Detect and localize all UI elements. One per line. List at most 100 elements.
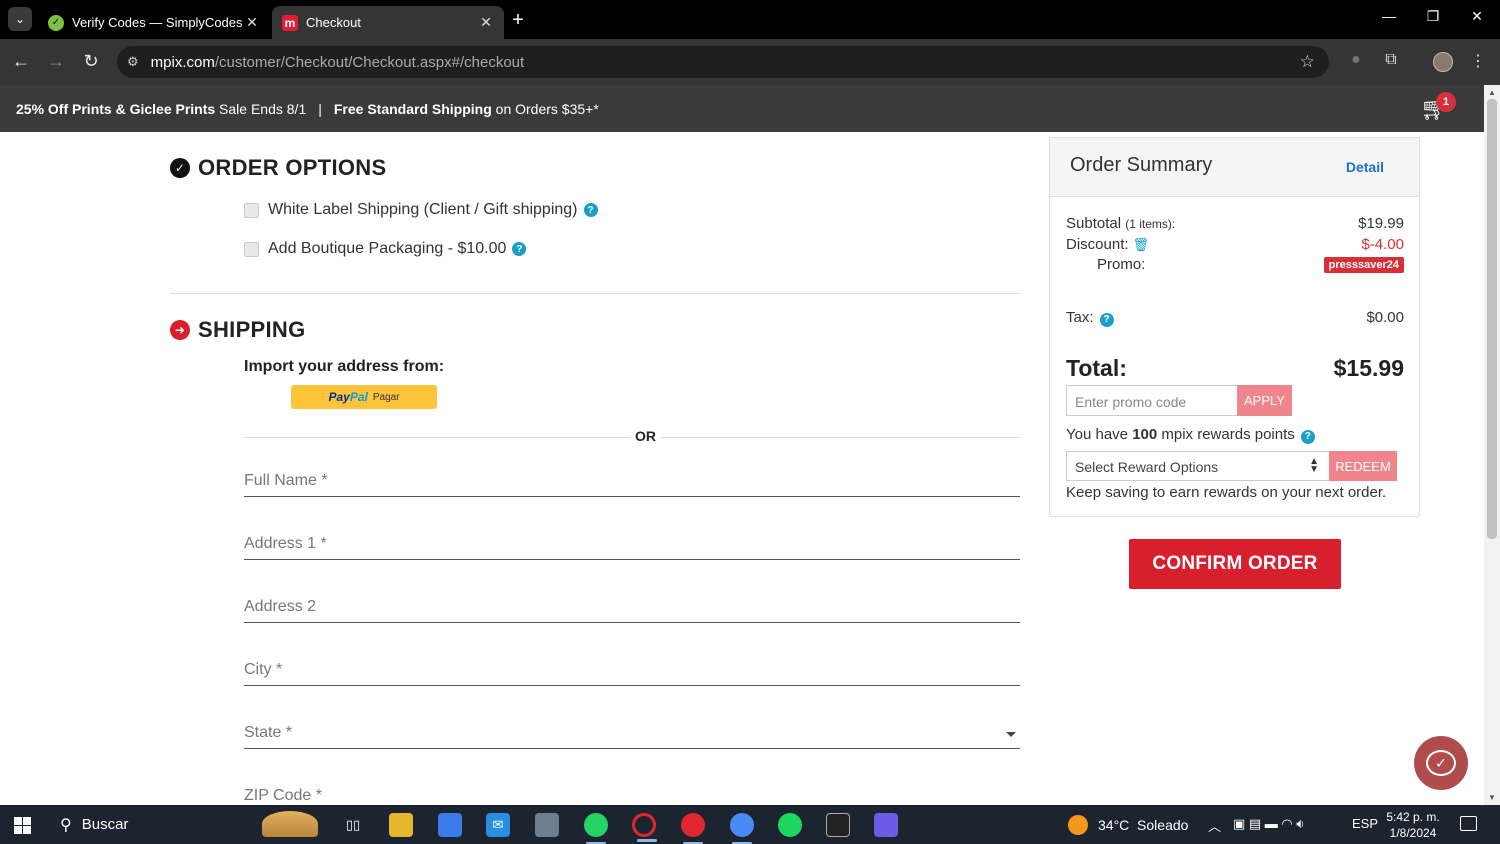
address1-field[interactable]: Address 1 * (244, 530, 1020, 560)
search-icon: ⚲ (60, 816, 72, 834)
chrome-icon[interactable] (730, 813, 754, 844)
promo-label: Promo: (1097, 256, 1146, 273)
close-window-button[interactable]: ✕ (1467, 8, 1487, 25)
total-row: Total: $15.99 (1066, 355, 1404, 382)
close-tab-icon[interactable]: ✕ (478, 14, 494, 31)
promo-text: Sale Ends 8/1 (215, 100, 307, 117)
white-label-checkbox[interactable] (244, 202, 259, 218)
file-explorer-icon[interactable] (389, 813, 413, 837)
extensions-puzzle-icon[interactable]: ⧉ (1380, 51, 1402, 69)
tax-label: Tax: (1066, 309, 1094, 326)
tax-value: $0.00 (1366, 309, 1404, 327)
task-view-icon[interactable]: ▯▯ (341, 813, 365, 837)
promo-row: Promo: presssaver24 (1097, 256, 1404, 273)
detail-link[interactable]: Detail (1346, 159, 1384, 175)
paypal-action: Pagar (372, 391, 400, 403)
microsoft-store-icon[interactable] (438, 813, 462, 837)
tab-title: Verify Codes — SimplyCodes (72, 15, 243, 30)
site-info-icon[interactable]: ⚙ (127, 54, 139, 70)
computer-icon[interactable] (535, 813, 559, 837)
promo-code-badge: presssaver24 (1323, 256, 1404, 273)
forward-button[interactable]: → (45, 51, 67, 72)
reward-options-select[interactable]: Select Reward Options ▲ ▼ (1066, 451, 1330, 481)
extension-icon[interactable]: ● (1345, 51, 1367, 69)
profile-avatar[interactable] (1433, 52, 1453, 72)
boutique-packaging-checkbox[interactable] (244, 241, 259, 257)
promo-code-input[interactable]: Enter promo code (1066, 385, 1238, 416)
mail-icon[interactable]: ✉ (486, 813, 510, 837)
url-path: /customer/Checkout/Checkout.aspx#/checko… (214, 53, 525, 71)
rewards-suffix: mpix rewards points (1157, 426, 1295, 443)
chrome-profile-icon[interactable] (681, 813, 705, 844)
page-scrollbar[interactable]: ▲ ▼ (1484, 85, 1500, 805)
address2-field[interactable]: Address 2 (244, 593, 1020, 623)
windows-start-icon[interactable] (14, 817, 31, 834)
scroll-down-arrow-icon[interactable]: ▼ (1484, 793, 1500, 802)
total-label: Total: (1066, 355, 1127, 381)
subtotal-items: (1 items): (1125, 217, 1176, 231)
weather-widget[interactable]: 34°C Soleado (1068, 815, 1188, 835)
order-options-heading: ✓ ORDER OPTIONS (170, 155, 386, 181)
order-summary-panel: Order Summary Detail Subtotal (1 items):… (1049, 137, 1420, 517)
confirm-order-button[interactable]: CONFIRM ORDER (1129, 539, 1341, 589)
new-tab-button[interactable]: + (508, 9, 528, 32)
help-icon[interactable]: ? (583, 203, 598, 217)
help-icon[interactable]: ? (512, 242, 527, 256)
promo-banner: 25% Off Prints & Giclee Prints Sale Ends… (0, 85, 1484, 132)
clock[interactable]: 5:42 p. m. 1/8/2024 (1382, 809, 1444, 841)
keep-saving-text: Keep saving to earn rewards on your next… (1066, 484, 1387, 501)
back-button[interactable]: ← (10, 51, 32, 72)
discount-row: Discount: 🗑︎ $-4.00 (1066, 236, 1404, 253)
shipping-text: on Orders $35+* (491, 100, 599, 117)
tray-app-icons[interactable]: ▣ ▤ ▬ ◠ 🔉︎ (1233, 816, 1305, 832)
reload-button[interactable]: ↻ (80, 51, 102, 72)
tab-title: Checkout (306, 15, 361, 30)
boutique-packaging-option[interactable]: Add Boutique Packaging - $10.00 ? (244, 240, 527, 258)
subtotal-label: Subtotal (1066, 215, 1122, 232)
tab-search-menu-icon[interactable]: ⌄ (8, 7, 32, 31)
whatsapp-icon[interactable] (584, 813, 608, 844)
restore-window-button[interactable]: ❐ (1423, 8, 1443, 25)
help-icon[interactable]: ? (1099, 312, 1114, 327)
white-label-label: White Label Shipping (Client / Gift ship… (268, 201, 578, 218)
paypal-button[interactable]: Pay Pal Pagar (291, 385, 437, 409)
taskbar-search[interactable]: ⚲ Buscar (48, 805, 328, 844)
trash-icon[interactable]: 🗑︎ (1133, 237, 1150, 252)
tab-checkout[interactable]: m Checkout ✕ (272, 6, 504, 39)
notifications-icon[interactable] (1460, 816, 1477, 831)
total-value: $15.99 (1333, 355, 1404, 381)
copilot-icon[interactable] (874, 813, 898, 837)
opera-icon[interactable] (632, 813, 657, 842)
language-indicator[interactable]: ESP (1352, 816, 1378, 831)
city-label: City * (244, 661, 283, 678)
rewards-prefix: You have (1066, 426, 1133, 443)
chat-button[interactable]: ✓ (1414, 736, 1468, 790)
address2-label: Address 2 (244, 598, 317, 615)
tray-expand-icon[interactable]: ︿ (1208, 816, 1221, 835)
apply-promo-button[interactable]: APPLY (1237, 385, 1292, 416)
scrollbar-thumb[interactable] (1487, 99, 1497, 539)
bookmark-star-icon[interactable]: ☆ (1300, 52, 1315, 72)
subtotal-value: $19.99 (1358, 215, 1404, 232)
boutique-packaging-label: Add Boutique Packaging - $10.00 (268, 240, 507, 257)
app-icon[interactable] (826, 813, 850, 837)
full-name-field[interactable]: Full Name * (244, 467, 1020, 497)
rewards-points: 100 (1132, 426, 1158, 443)
state-select[interactable]: State * (244, 719, 1020, 749)
address-bar[interactable]: ⚙ mpix.com /customer/Checkout/Checkout.a… (117, 46, 1329, 78)
scroll-up-arrow-icon[interactable]: ▲ (1484, 88, 1500, 97)
spotify-icon[interactable] (778, 813, 802, 837)
browser-menu-icon[interactable]: ⋮ (1467, 51, 1489, 71)
minimize-window-button[interactable]: — (1379, 8, 1399, 24)
close-tab-icon[interactable]: ✕ (244, 14, 260, 31)
city-field[interactable]: City * (244, 656, 1020, 686)
order-summary-header: Order Summary Detail (1050, 138, 1419, 197)
white-label-option[interactable]: White Label Shipping (Client / Gift ship… (244, 201, 598, 219)
section-divider (170, 293, 1020, 294)
shipping-title: SHIPPING (198, 317, 306, 342)
redeem-button[interactable]: REDEEM (1329, 451, 1397, 481)
cart-button[interactable]: 🛒︎ 1 (1420, 92, 1457, 122)
help-icon[interactable]: ? (1300, 429, 1315, 444)
tab-simplycodes[interactable]: ✓ Verify Codes — SimplyCodes ✕ (38, 6, 270, 39)
simplycodes-favicon-icon: ✓ (48, 14, 64, 31)
